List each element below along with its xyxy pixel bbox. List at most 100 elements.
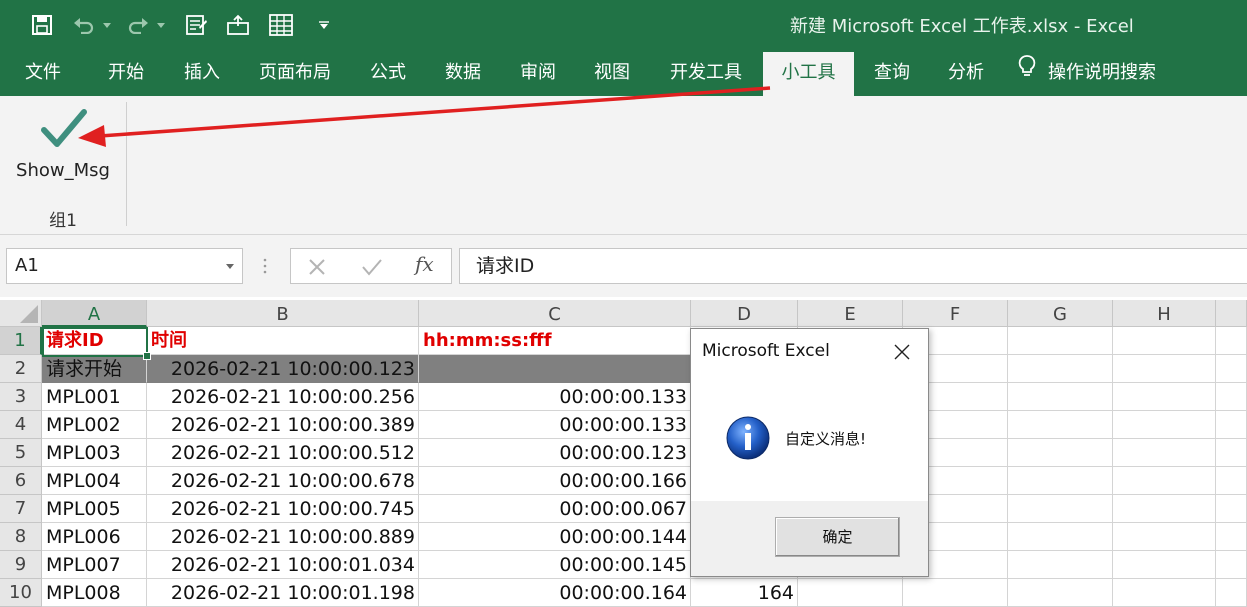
cell[interactable] [1216, 523, 1247, 551]
column-header-overflow[interactable] [1216, 300, 1247, 327]
tab-insert[interactable]: 插入 [184, 50, 220, 96]
tab-formulas[interactable]: 公式 [370, 50, 406, 96]
cell[interactable]: 2026-02-21 10:00:00.745 [147, 495, 419, 523]
cell[interactable] [798, 579, 903, 607]
cell[interactable]: MPL001 [42, 383, 147, 411]
cell[interactable]: 2026-02-21 10:00:00.678 [147, 467, 419, 495]
cell[interactable] [1216, 551, 1247, 579]
cell[interactable] [1113, 383, 1216, 411]
cancel-icon[interactable] [308, 258, 326, 280]
cell[interactable] [1008, 355, 1113, 383]
cell[interactable]: MPL002 [42, 411, 147, 439]
cell[interactable] [1113, 495, 1216, 523]
cell[interactable]: 请求ID [42, 327, 147, 355]
formula-input[interactable]: 请求ID [459, 248, 1247, 284]
formula-bar-splitter-icon[interactable] [263, 258, 267, 274]
save-icon[interactable] [28, 10, 56, 40]
redo-dropdown-icon[interactable] [154, 10, 168, 40]
cell[interactable] [1113, 355, 1216, 383]
cell[interactable]: 00:00:00.166 [419, 467, 691, 495]
cell[interactable] [1113, 327, 1216, 355]
cell[interactable] [1216, 495, 1247, 523]
cell[interactable]: MPL006 [42, 523, 147, 551]
cell[interactable] [1216, 383, 1247, 411]
tab-query[interactable]: 查询 [874, 50, 910, 96]
cell[interactable]: 时间 [147, 327, 419, 355]
column-header[interactable]: H [1113, 300, 1216, 327]
cell[interactable]: MPL008 [42, 579, 147, 607]
cell[interactable]: MPL005 [42, 495, 147, 523]
cell[interactable] [1008, 551, 1113, 579]
form-icon[interactable] [182, 10, 210, 40]
column-header[interactable]: D [691, 300, 798, 327]
name-box[interactable]: A1 [6, 248, 243, 284]
row-header[interactable]: 5 [0, 439, 42, 467]
row-header[interactable]: 6 [0, 467, 42, 495]
row-header[interactable]: 8 [0, 523, 42, 551]
redo-icon[interactable] [124, 10, 152, 40]
name-box-dropdown-icon[interactable] [226, 264, 234, 269]
cell[interactable]: 2026-02-21 10:00:00.512 [147, 439, 419, 467]
cell[interactable] [1216, 411, 1247, 439]
cell[interactable] [419, 355, 691, 383]
select-all-corner[interactable] [0, 300, 42, 327]
cell[interactable]: 2026-02-21 10:00:00.123 [147, 355, 419, 383]
close-icon[interactable] [887, 337, 917, 367]
cell[interactable]: MPL004 [42, 467, 147, 495]
tab-home[interactable]: 开始 [108, 50, 144, 96]
cell[interactable]: 00:00:00.123 [419, 439, 691, 467]
table-grid-icon[interactable] [266, 10, 296, 40]
tab-view[interactable]: 视图 [594, 50, 630, 96]
cell[interactable] [1008, 495, 1113, 523]
cell[interactable] [1008, 439, 1113, 467]
cell[interactable] [1113, 467, 1216, 495]
row-header[interactable]: 7 [0, 495, 42, 523]
cell[interactable]: 请求开始 [42, 355, 147, 383]
share-icon[interactable] [224, 10, 252, 40]
cell[interactable] [1113, 411, 1216, 439]
cell[interactable]: hh:mm:ss:fff [419, 327, 691, 355]
cell[interactable]: 164 [691, 579, 798, 607]
tell-me-search[interactable]: 操作说明搜索 [1018, 50, 1156, 96]
row-header[interactable]: 3 [0, 383, 42, 411]
cell[interactable] [903, 579, 1008, 607]
cell[interactable]: 00:00:00.067 [419, 495, 691, 523]
fill-handle[interactable] [143, 352, 151, 360]
cell[interactable] [1008, 579, 1113, 607]
column-header[interactable]: F [903, 300, 1008, 327]
cell[interactable] [1113, 579, 1216, 607]
tab-tools[interactable]: 小工具 [763, 52, 854, 96]
cell[interactable] [1216, 467, 1247, 495]
cell[interactable] [1216, 355, 1247, 383]
cell[interactable]: 00:00:00.144 [419, 523, 691, 551]
insert-function-icon[interactable]: fx [415, 252, 434, 276]
cell[interactable]: 2026-02-21 10:00:00.889 [147, 523, 419, 551]
cell[interactable] [1008, 411, 1113, 439]
cell[interactable]: 2026-02-21 10:00:01.034 [147, 551, 419, 579]
tab-file[interactable]: 文件 [25, 50, 61, 96]
row-header[interactable]: 1 [0, 327, 42, 355]
cell[interactable]: 2026-02-21 10:00:00.389 [147, 411, 419, 439]
customize-qat-icon[interactable] [314, 10, 334, 40]
cell[interactable] [1113, 523, 1216, 551]
row-header[interactable]: 9 [0, 551, 42, 579]
tab-data[interactable]: 数据 [445, 50, 481, 96]
row-header[interactable]: 10 [0, 579, 42, 607]
tab-page-layout[interactable]: 页面布局 [259, 50, 331, 96]
enter-icon[interactable] [361, 258, 383, 280]
column-header[interactable]: E [798, 300, 903, 327]
cell[interactable] [1216, 327, 1247, 355]
row-header[interactable]: 2 [0, 355, 42, 383]
cell[interactable]: 2026-02-21 10:00:00.256 [147, 383, 419, 411]
tab-developer[interactable]: 开发工具 [670, 50, 742, 96]
column-header[interactable]: B [147, 300, 419, 327]
cell[interactable] [1008, 467, 1113, 495]
column-header[interactable]: A [42, 300, 147, 327]
show-msg-button[interactable]: Show_Msg [8, 104, 118, 192]
tab-review[interactable]: 审阅 [520, 50, 556, 96]
cell[interactable] [1216, 439, 1247, 467]
cell[interactable]: MPL003 [42, 439, 147, 467]
undo-icon[interactable] [70, 10, 98, 40]
column-header[interactable]: G [1008, 300, 1113, 327]
cell[interactable]: 2026-02-21 10:00:01.198 [147, 579, 419, 607]
